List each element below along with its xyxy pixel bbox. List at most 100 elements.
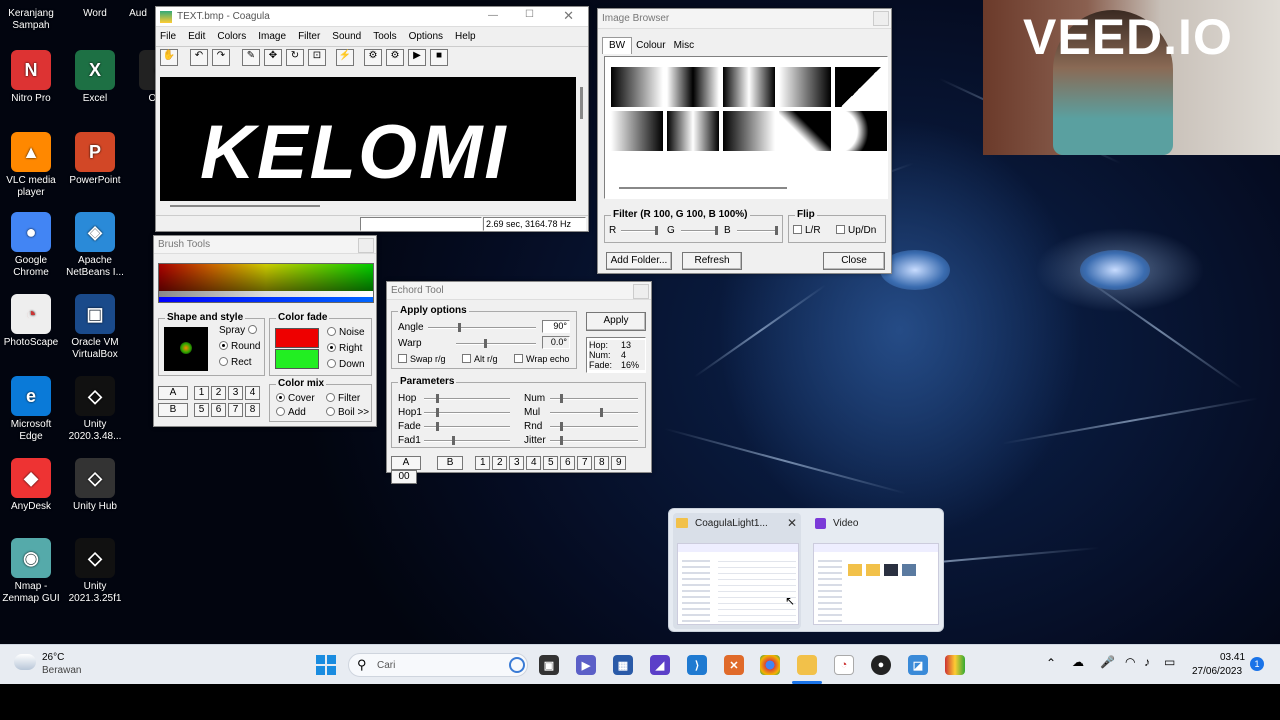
preset-number-button[interactable]: 2 (492, 456, 508, 470)
image-thumbnail[interactable] (667, 111, 719, 151)
preset-a-button[interactable]: A (158, 386, 188, 400)
battery-icon[interactable]: ▭ (1164, 655, 1175, 669)
desktop-icon[interactable]: ◇ Unity Hub (64, 458, 126, 513)
coagula-canvas[interactable]: KELOMI (160, 77, 576, 201)
down-radio[interactable]: Down (327, 359, 365, 370)
weather-temp[interactable]: 26°C (42, 652, 64, 663)
wifi-icon[interactable]: ◠ (1125, 655, 1135, 669)
tab-bw[interactable]: BW (602, 37, 633, 54)
search-box[interactable]: ⚲ Cari (348, 653, 528, 677)
desktop-icon[interactable]: X Excel (64, 50, 126, 105)
preset-number-button[interactable]: 5 (543, 456, 559, 470)
warp-slider[interactable] (456, 339, 536, 348)
store-icon[interactable]: ▦ (613, 655, 633, 675)
param-slider[interactable] (550, 394, 638, 403)
preview-coagula-folder[interactable]: CoagulaLight1... ✕ ↖ (673, 513, 801, 629)
cover-radio[interactable]: Cover (276, 393, 315, 404)
image-thumbnail[interactable] (779, 67, 831, 107)
app-icon[interactable]: ◢ (650, 655, 670, 675)
preset-number-button[interactable]: 3 (228, 386, 243, 400)
preset-number-button[interactable]: 3 (509, 456, 525, 470)
hand-tool-icon[interactable]: ✋ (160, 49, 178, 66)
flip-ud-checkbox[interactable]: Up/Dn (836, 225, 876, 236)
task-view-icon[interactable]: ▣ (539, 655, 559, 675)
desktop-icon[interactable]: ▣ Oracle VM VirtualBox (64, 294, 126, 361)
preset-number-button[interactable]: 4 (245, 386, 260, 400)
param-slider[interactable] (550, 408, 638, 417)
xampp-icon[interactable]: ✕ (724, 655, 744, 675)
preset-b-button[interactable]: B (437, 456, 464, 470)
image-browser-titlebar[interactable]: Image Browser (598, 9, 891, 29)
desktop-icon[interactable]: Keranjang Sampah (0, 0, 62, 32)
microphone-icon[interactable]: 🎤 (1100, 655, 1115, 669)
preset-number-button[interactable]: 6 (211, 403, 226, 417)
noise-radio[interactable]: Noise (327, 327, 365, 338)
start-icon[interactable] (316, 655, 336, 675)
weather-desc[interactable]: Berawan (42, 665, 81, 676)
teams-icon[interactable]: ▶ (576, 655, 596, 675)
image-thumbnail[interactable] (723, 111, 775, 151)
swap-checkbox[interactable]: Swap r/g (398, 354, 446, 364)
fade-color-start[interactable] (275, 328, 319, 348)
minimize-button[interactable]: — (488, 10, 498, 21)
image-thumbnail[interactable] (835, 111, 887, 151)
desktop-icon[interactable]: Word (64, 0, 126, 20)
rotate-tool-icon[interactable]: ↻ (286, 49, 304, 66)
network-alert-icon[interactable]: ☁ (1072, 655, 1084, 669)
undo-icon[interactable]: ↶ (190, 49, 208, 66)
speaker-icon[interactable]: ♪ (1144, 655, 1150, 669)
desktop-icon[interactable]: Aud (128, 0, 148, 20)
spray-radio[interactable]: Spray (219, 325, 260, 336)
menu-item[interactable]: Options (409, 31, 443, 42)
desktop-icon[interactable]: ◔ PhotoScape (0, 294, 62, 349)
desktop-icon[interactable]: N Nitro Pro (0, 50, 62, 105)
image-thumbnail[interactable] (667, 67, 719, 107)
desktop-icon[interactable]: ◇ Unity 2021.3.25f1 (64, 538, 126, 605)
render-icon[interactable]: ⚙ (364, 49, 382, 66)
desktop-icon[interactable]: ◉ Nmap - Zenmap GUI (0, 538, 62, 605)
desktop-icon[interactable]: ◇ Unity 2020.3.48... (64, 376, 126, 443)
desktop-icon[interactable]: ▲ VLC media player (0, 132, 62, 199)
image-thumbnail[interactable] (835, 67, 887, 107)
preset-number-button[interactable]: 8 (245, 403, 260, 417)
stop-icon[interactable]: ■ (430, 49, 448, 66)
zoom-tool-icon[interactable]: ⊡ (308, 49, 326, 66)
preset-number-button[interactable]: 2 (211, 386, 226, 400)
redo-icon[interactable]: ↷ (212, 49, 230, 66)
menu-item[interactable]: File (160, 31, 176, 42)
menu-item[interactable]: Colors (217, 31, 246, 42)
param-slider[interactable] (550, 436, 638, 445)
apply-button[interactable]: Apply (586, 312, 646, 331)
param-slider[interactable] (424, 436, 510, 445)
preset-number-button[interactable]: 9 (611, 456, 627, 470)
filter-radio[interactable]: Filter (326, 393, 360, 404)
param-slider[interactable] (424, 408, 510, 417)
wrap-checkbox[interactable]: Wrap echo (514, 354, 569, 364)
desktop-icon[interactable]: ● Google Chrome (0, 212, 62, 279)
close-button[interactable]: ✕ (563, 8, 574, 24)
close-icon[interactable] (633, 284, 649, 299)
preset-number-button[interactable]: 7 (577, 456, 593, 470)
brush-tools-titlebar[interactable]: Brush Tools (154, 236, 376, 254)
tab-misc[interactable]: Misc (670, 37, 699, 54)
color-palette[interactable] (158, 263, 374, 303)
preset-number-button[interactable]: 7 (228, 403, 243, 417)
photoscape-icon[interactable]: ◔ (834, 655, 854, 675)
flip-lr-checkbox[interactable]: L/R (793, 225, 821, 236)
angle-value[interactable]: 90° (542, 320, 570, 333)
desktop-icon[interactable]: P PowerPoint (64, 132, 126, 187)
menu-item[interactable]: Image (258, 31, 286, 42)
preset-b-button[interactable]: B (158, 403, 188, 417)
image-thumbnail[interactable] (779, 111, 831, 151)
move-tool-icon[interactable]: ✥ (264, 49, 282, 66)
preset-number-button[interactable]: 8 (594, 456, 610, 470)
file-explorer-icon[interactable] (797, 655, 817, 675)
coagula-taskbar-icon[interactable] (945, 655, 965, 675)
chrome-icon[interactable] (760, 655, 780, 675)
brush-tool-icon[interactable]: ✎ (242, 49, 260, 66)
image-thumbnail[interactable] (723, 67, 775, 107)
tab-colour[interactable]: Colour (632, 37, 669, 54)
horizontal-scrollbar[interactable] (160, 201, 576, 213)
close-button[interactable]: Close (823, 252, 885, 270)
notification-badge[interactable]: 1 (1250, 657, 1264, 671)
